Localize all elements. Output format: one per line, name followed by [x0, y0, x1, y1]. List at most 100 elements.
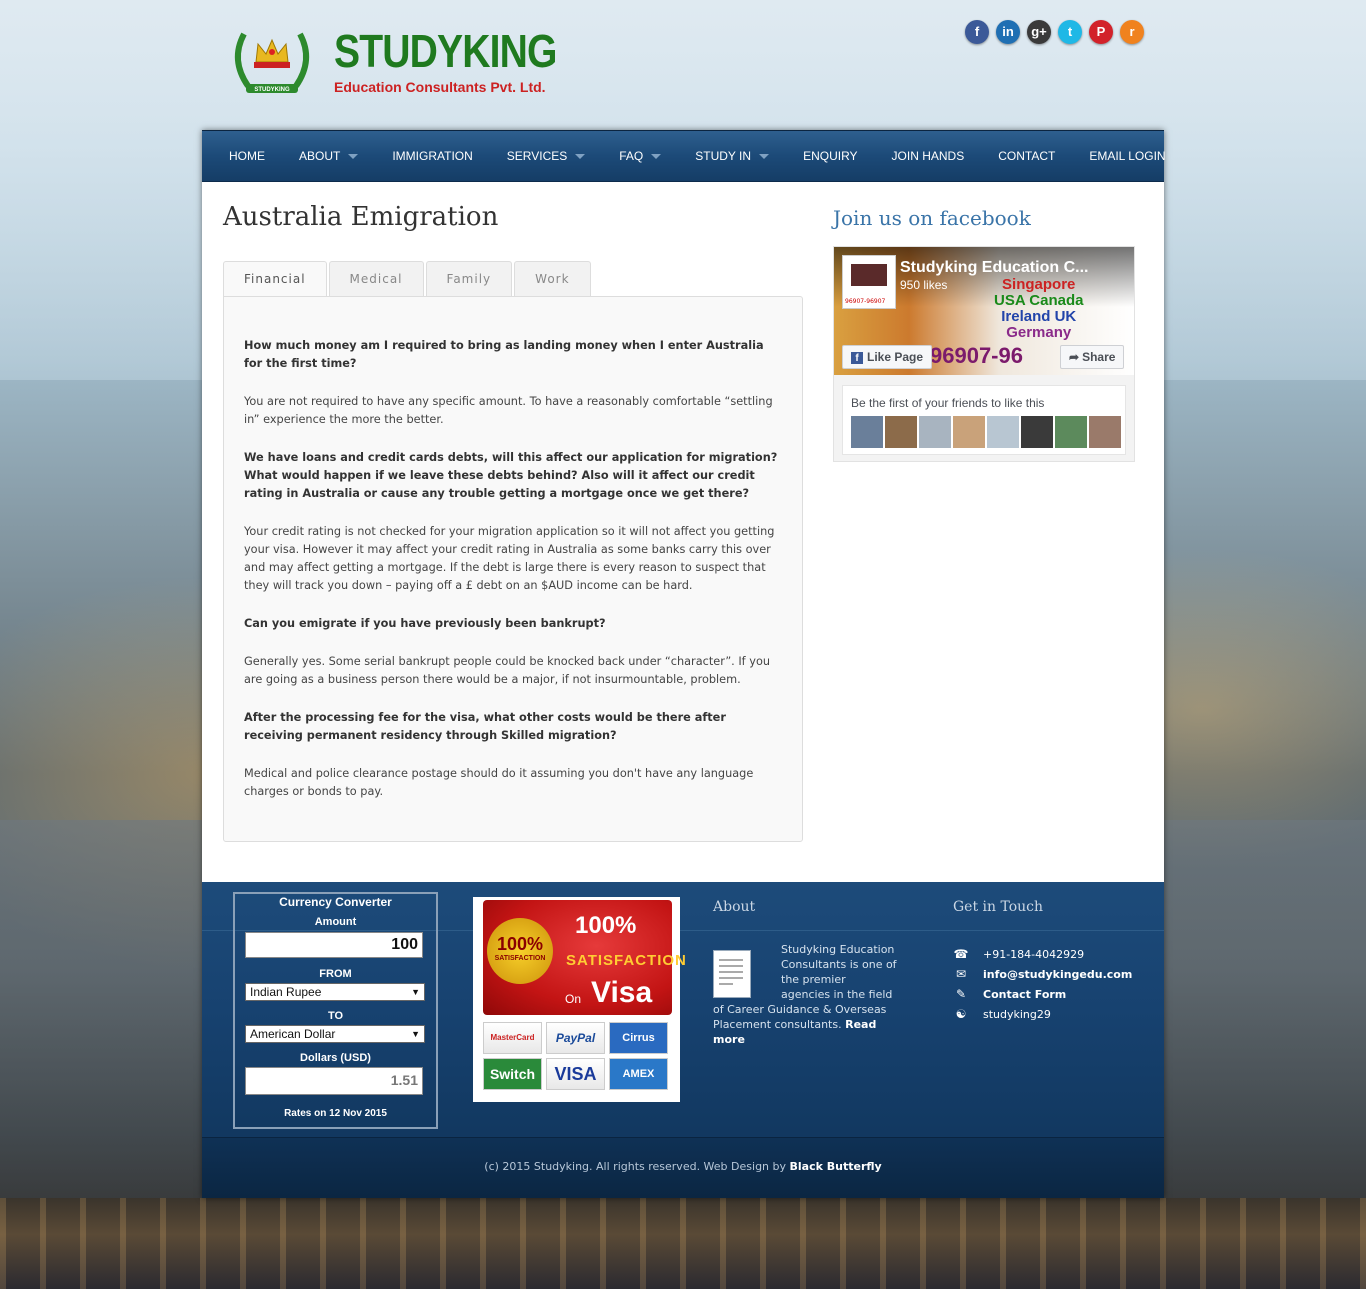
facebook-friends-box: Be the first of your friends to like thi… [842, 385, 1126, 455]
friend-avatar[interactable] [1089, 416, 1121, 448]
facebook-like-page-button[interactable]: f Like Page [842, 345, 933, 369]
from-currency-select[interactable]: Indian Rupee [245, 983, 425, 1001]
result-label: Dollars (USD) [300, 1052, 371, 1064]
paypal-card-icon: PayPal [546, 1022, 605, 1054]
facebook-widget: 96907-96907 Studyking Education C... 950… [833, 246, 1135, 462]
payment-cards: MasterCard PayPal Cirrus Switch VISA AMEX [483, 1022, 673, 1090]
envelope-icon: ✉ [955, 967, 967, 981]
copyright: (c) 2015 Studyking. All rights reserved.… [484, 1160, 882, 1173]
chevron-down-icon [759, 154, 770, 160]
designer-link[interactable]: Black Butterfly [790, 1160, 882, 1173]
faq-list: How much money am I required to bring as… [244, 337, 784, 821]
facebook-friend-avatars [851, 416, 1121, 448]
brand-name: STUDYKING [334, 25, 557, 77]
friend-avatar[interactable] [1055, 416, 1087, 448]
facebook-cover-countries: Singapore USA Canada Ireland UK Germany [994, 276, 1084, 341]
tab-medical[interactable]: Medical [328, 261, 424, 297]
mastercard-card-icon: MasterCard [483, 1022, 542, 1054]
chevron-down-icon [651, 154, 662, 160]
main-navigation: HOME ABOUT IMMIGRATION SERVICES FAQ STUDY IN E… [202, 130, 1166, 182]
friend-avatar[interactable] [919, 416, 951, 448]
nav-item-study-in[interactable]: STUDY IN [678, 131, 786, 181]
facebook-cover-phone: 96907-96 [930, 343, 1023, 368]
nav-item-services[interactable]: SERVICES [490, 131, 602, 181]
contact-phone: ☎ +91-184-4042929 [953, 947, 1085, 961]
get-in-touch-heading: Get in Touch [953, 899, 1044, 915]
satisfaction-banner: 100% SATISFACTION 100% SATISFACTION On V… [483, 900, 686, 1015]
contact-skype: ☯ studyking29 [953, 1004, 1132, 1024]
faq-answer: Your credit rating is not checked for yo… [244, 525, 775, 592]
faq-question: After the processing fee for the visa, w… [244, 711, 726, 742]
friend-avatar[interactable] [885, 416, 917, 448]
phone-icon: ☎ [953, 947, 969, 961]
nav-item-join-hands[interactable]: JOIN HANDS [875, 131, 982, 181]
graduation-cap-icon [851, 264, 887, 286]
pinterest-icon[interactable]: P [1089, 20, 1113, 44]
faq-answer: You are not required to have any specifi… [244, 395, 773, 426]
visa-card-icon: VISA [546, 1058, 605, 1090]
friend-avatar[interactable] [953, 416, 985, 448]
faq-question: How much money am I required to bring as… [244, 339, 764, 370]
tab-panel-financial: How much money am I required to bring as… [223, 296, 803, 842]
result-output: 1.51 [245, 1067, 423, 1095]
faq-question: We have loans and credit cards debts, wi… [244, 451, 778, 500]
about-heading: About [713, 899, 756, 915]
nav-item-email-login[interactable]: EMAIL LOGIN [1072, 131, 1182, 181]
social-links: f in g+ t Pr [965, 20, 1144, 44]
currency-converter: Currency Converter Amount 100 FROM India… [233, 892, 438, 1129]
to-label: TO [327, 1010, 344, 1022]
tab-financial[interactable]: Financial [223, 261, 327, 298]
site-logo[interactable]: STUDYKING STUDYKING Education Consultant… [226, 24, 557, 99]
rss-icon[interactable]: r [1120, 20, 1144, 44]
google-plus-icon[interactable]: g+ [1027, 20, 1051, 44]
tab-work[interactable]: Work [514, 261, 591, 297]
tab-family[interactable]: Family [425, 261, 513, 297]
friend-avatar[interactable] [1021, 416, 1053, 448]
nav-item-home[interactable]: HOME [212, 131, 282, 181]
share-arrow-icon: ➦ [1069, 350, 1080, 364]
nav-item-faq[interactable]: FAQ [602, 131, 678, 181]
cirrus-card-icon: Cirrus [609, 1022, 668, 1054]
contact-form-link[interactable]: ✎ Contact Form [953, 984, 1132, 1004]
brand-subtitle: Education Consultants Pvt. Ltd. [334, 79, 546, 95]
nav-item-about[interactable]: ABOUT [282, 131, 375, 181]
guarantee-seal-icon: 100% SATISFACTION [487, 918, 553, 984]
pencil-icon: ✎ [955, 987, 967, 1001]
content-tabs: Financial Medical Family Work [223, 261, 591, 298]
facebook-likes-count: 950 likes [900, 278, 948, 292]
contact-list: ☎ +91-184-4042929 ✉ info@studykingedu.com … [953, 944, 1133, 1024]
nav-item-immigration[interactable]: IMMIGRATION [375, 131, 489, 181]
satisfaction-badge: 100% SATISFACTION 100% SATISFACTION On V… [473, 897, 686, 1102]
svg-text:STUDYKING: STUDYKING [254, 87, 290, 93]
background-light-streaks [0, 1198, 1366, 1289]
linkedin-icon[interactable]: in [996, 20, 1020, 44]
nav-item-enquiry[interactable]: ENQUIRY [786, 131, 874, 181]
footer-bottom: (c) 2015 Studyking. All rights reserved.… [202, 1138, 1164, 1198]
chevron-down-icon [348, 154, 359, 160]
twitter-icon[interactable]: t [1058, 20, 1082, 44]
footer: Currency Converter Amount 100 FROM India… [202, 882, 1164, 1198]
faq-answer: Generally yes. Some serial bankrupt peop… [244, 655, 771, 686]
page-title: Australia Emigration [223, 202, 499, 232]
facebook-cover-image[interactable]: 96907-96907 Studyking Education C... 950… [834, 247, 1134, 375]
amount-label: Amount [314, 916, 357, 928]
to-currency-select[interactable]: American Dollar [245, 1025, 425, 1043]
friend-avatar[interactable] [987, 416, 1019, 448]
amex-card-icon: AMEX [609, 1058, 668, 1090]
facebook-share-button[interactable]: ➦ Share [1060, 345, 1125, 369]
friend-avatar[interactable] [851, 416, 883, 448]
skype-icon: ☯ [955, 1007, 967, 1021]
currency-converter-title: Currency Converter [279, 895, 392, 909]
from-label: FROM [319, 968, 352, 980]
faq-answer: Medical and police clearance postage sho… [244, 767, 754, 798]
facebook-friends-text: Be the first of your friends to like thi… [851, 396, 1045, 410]
facebook-page-thumbnail[interactable]: 96907-96907 [842, 255, 896, 309]
nav-item-contact[interactable]: CONTACT [981, 131, 1072, 181]
facebook-page-name[interactable]: Studyking Education C... [900, 259, 1088, 277]
facebook-icon[interactable]: f [965, 20, 989, 44]
contact-email[interactable]: ✉ info@studykingedu.com [953, 964, 1132, 984]
amount-input[interactable]: 100 [245, 932, 423, 958]
facebook-icon: f [851, 352, 863, 364]
faq-question: Can you emigrate if you have previously … [244, 617, 606, 630]
rates-date: Rates on 12 Nov 2015 [284, 1108, 387, 1119]
